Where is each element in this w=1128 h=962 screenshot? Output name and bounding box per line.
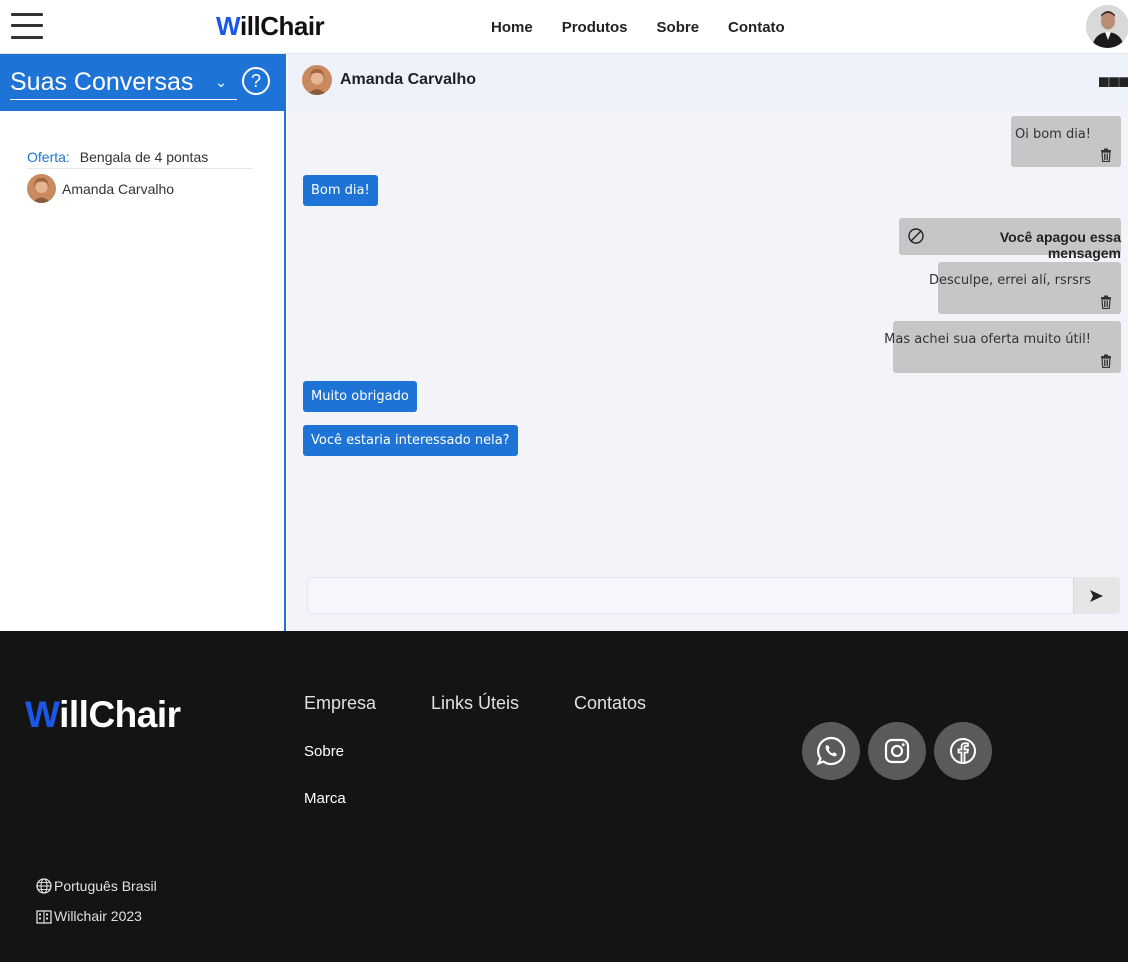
message-received[interactable]: Muito obrigado (303, 381, 417, 412)
instagram-icon (884, 738, 910, 764)
logo-w: W (25, 694, 60, 735)
menu-icon[interactable] (11, 12, 43, 40)
site-footer: WillChair Empresa Links Úteis Contatos S… (0, 631, 1128, 962)
copyright-text: Willchair 2023 (54, 908, 142, 924)
blocked-icon (908, 228, 924, 244)
help-icon[interactable]: ? (242, 67, 270, 95)
chat-contact-name: Amanda Carvalho (340, 71, 477, 88)
main-nav: Home Produtos Sobre Contato (491, 19, 785, 36)
profile-photo (1086, 5, 1128, 48)
sidebar-header: Suas Conversas ⌄ ? (0, 54, 284, 111)
message-deleted: Você apagou essa mensagem (899, 218, 1121, 261)
facebook-button[interactable] (934, 722, 992, 780)
whatsapp-button[interactable] (802, 722, 860, 780)
message-received[interactable]: Bom dia! (303, 175, 378, 206)
nav-contato[interactable]: Contato (728, 19, 785, 36)
offer-label: Oferta: (27, 149, 70, 165)
sidebar-title: Suas Conversas (10, 68, 194, 96)
whatsapp-icon (816, 736, 846, 766)
language-label: Português Brasil (54, 878, 157, 894)
conversation-offer: Oferta: Bengala de 4 pontas (27, 149, 253, 169)
logo-w: W (216, 10, 241, 41)
message-sent: Mas achei sua oferta muito útil! (884, 321, 1121, 373)
send-button[interactable] (1073, 578, 1119, 613)
trash-icon[interactable] (1100, 148, 1112, 162)
message-text: Você estaria interessado nela? (311, 433, 510, 448)
chevron-down-icon: ⌄ (215, 74, 227, 90)
message-text: Desculpe, errei alí, rsrsrs (928, 273, 1091, 288)
avatar (302, 65, 332, 95)
message-received[interactable]: Você estaria interessado nela? (303, 425, 518, 456)
top-header: WillChair Home Produtos Sobre Contato (0, 0, 1128, 54)
chat-header: Amanda Carvalho ■■■ (287, 54, 1128, 108)
message-text: Bom dia! (311, 183, 370, 198)
send-icon (1090, 589, 1103, 602)
language-selector[interactable]: Português Brasil (36, 878, 157, 894)
message-text: Mas achei sua oferta muito útil! (884, 332, 1091, 347)
conversation-item[interactable]: Oferta: Bengala de 4 pontas Amanda Carval… (27, 149, 253, 203)
message-text: Oi bom dia! (1014, 127, 1091, 142)
footer-col-contatos[interactable]: Contatos (574, 693, 646, 714)
building-icon (36, 909, 52, 924)
message-text: Muito obrigado (311, 389, 409, 404)
footer-link-sobre[interactable]: Sobre (304, 743, 344, 760)
footer-logo[interactable]: WillChair (25, 694, 181, 736)
chat-panel: Amanda Carvalho ■■■ Oi bom dia! Bom dia!… (287, 54, 1128, 631)
copyright: Willchair 2023 (36, 908, 142, 924)
nav-produtos[interactable]: Produtos (562, 19, 628, 36)
message-input[interactable] (308, 578, 1074, 613)
more-options-icon[interactable]: ■■■ (1098, 71, 1128, 94)
logo-text: illChair (240, 10, 325, 41)
nav-sobre[interactable]: Sobre (657, 19, 700, 36)
instagram-button[interactable] (868, 722, 926, 780)
conversations-sidebar: Suas Conversas ⌄ ? Oferta: Bengala de 4 p… (0, 54, 286, 631)
trash-icon[interactable] (1100, 295, 1112, 309)
message-sent: Desculpe, errei alí, rsrsrs (929, 262, 1121, 314)
nav-home[interactable]: Home (491, 19, 533, 36)
logo-text: illChair (59, 694, 181, 735)
globe-icon (36, 878, 52, 894)
avatar (27, 174, 56, 203)
conversation-user-name: Amanda Carvalho (62, 180, 175, 197)
profile-avatar[interactable] (1086, 5, 1128, 48)
offer-value: Bengala de 4 pontas (79, 149, 209, 165)
conversations-dropdown[interactable]: Suas Conversas ⌄ (10, 66, 237, 100)
header-logo[interactable]: WillChair (216, 10, 325, 42)
footer-link-marca[interactable]: Marca (304, 790, 346, 807)
message-sent: Oi bom dia! (1011, 116, 1121, 167)
conversation-user: Amanda Carvalho (27, 174, 253, 203)
trash-icon[interactable] (1100, 354, 1112, 368)
footer-col-links-uteis[interactable]: Links Úteis (431, 693, 519, 714)
facebook-icon (950, 738, 976, 764)
message-input-row (307, 577, 1120, 614)
footer-col-empresa[interactable]: Empresa (304, 693, 376, 714)
deleted-message-text: Você apagou essa mensagem (999, 229, 1121, 261)
